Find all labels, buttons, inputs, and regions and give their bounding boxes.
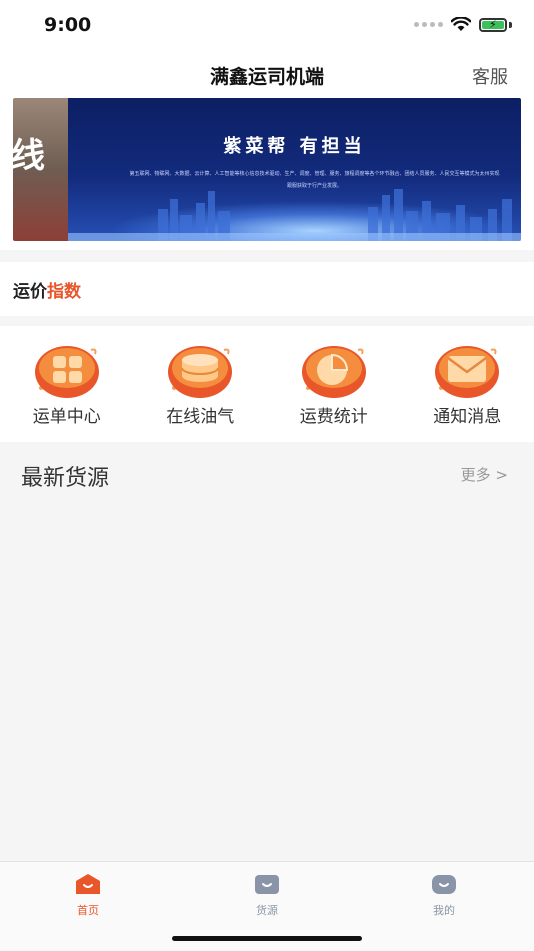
- tab-label: 我的: [394, 902, 494, 918]
- tab-home[interactable]: 首页: [38, 872, 138, 918]
- banner-previous-slide: 线: [13, 98, 68, 241]
- banner-section: 线 紫菜帮 有担当 第五联网、物联网、大数据、云计算、人工智能等核心信息技术驱动…: [0, 98, 534, 250]
- battery-icon: ⚡: [479, 18, 507, 32]
- freight-index-title: 运价指数: [13, 277, 81, 302]
- freight-index-title-prefix: 运价: [13, 282, 47, 302]
- tab-label: 货源: [217, 902, 317, 918]
- menu-item-freight-statistics[interactable]: 运费统计: [267, 326, 401, 442]
- menu-label: 运费统计: [267, 402, 401, 427]
- menu-item-online-fuel[interactable]: 在线油气: [134, 326, 268, 442]
- tab-label: 首页: [38, 902, 138, 918]
- pie-chart-icon: [300, 342, 368, 398]
- banner-carousel[interactable]: 线 紫菜帮 有担当 第五联网、物联网、大数据、云计算、人工智能等核心信息技术驱动…: [13, 98, 521, 241]
- signal-icon: [414, 22, 443, 27]
- quick-menu: 运单中心 在线油气 运费统计 通知消息: [0, 326, 534, 442]
- fuel-cylinder-icon: [166, 342, 234, 398]
- home-icon: [74, 872, 102, 896]
- envelope-icon: [433, 342, 501, 398]
- freight-index-title-highlight: 指数: [47, 282, 81, 302]
- banner-subtitle: 第五联网、物联网、大数据、云计算、人工智能等核心信息技术驱动、生产、调度、管理、…: [128, 168, 501, 192]
- customer-service-button[interactable]: 客服: [472, 63, 508, 89]
- menu-item-waybill-center[interactable]: 运单中心: [0, 326, 134, 442]
- status-time: 9:00: [44, 14, 91, 36]
- menu-label: 运单中心: [0, 402, 134, 427]
- latest-cargo-title: 最新货源: [21, 460, 109, 492]
- banner-left-mark: 线: [13, 128, 45, 177]
- wifi-icon: [451, 17, 471, 32]
- profile-icon: [430, 872, 458, 896]
- menu-label: 通知消息: [401, 402, 534, 427]
- more-cargo-link[interactable]: 更多 >: [461, 464, 508, 485]
- latest-cargo-section: 最新货源 更多 >: [0, 442, 534, 502]
- waybill-grid-icon: [33, 342, 101, 398]
- nav-bar: 满鑫运司机端 客服: [0, 50, 534, 98]
- banner-slide: 紫菜帮 有担当 第五联网、物联网、大数据、云计算、人工智能等核心信息技术驱动、生…: [68, 98, 521, 241]
- status-icons: ⚡: [414, 17, 512, 32]
- menu-label: 在线油气: [134, 402, 268, 427]
- cargo-icon: [253, 872, 281, 896]
- page-title: 满鑫运司机端: [0, 62, 534, 89]
- banner-title: 紫菜帮 有担当: [68, 132, 521, 158]
- freight-index-card[interactable]: 运价指数: [0, 262, 534, 316]
- menu-item-notifications[interactable]: 通知消息: [401, 326, 534, 442]
- home-indicator[interactable]: [172, 936, 362, 941]
- tab-profile[interactable]: 我的: [394, 872, 494, 918]
- status-bar: 9:00 ⚡: [0, 0, 534, 50]
- tab-cargo[interactable]: 货源: [217, 872, 317, 918]
